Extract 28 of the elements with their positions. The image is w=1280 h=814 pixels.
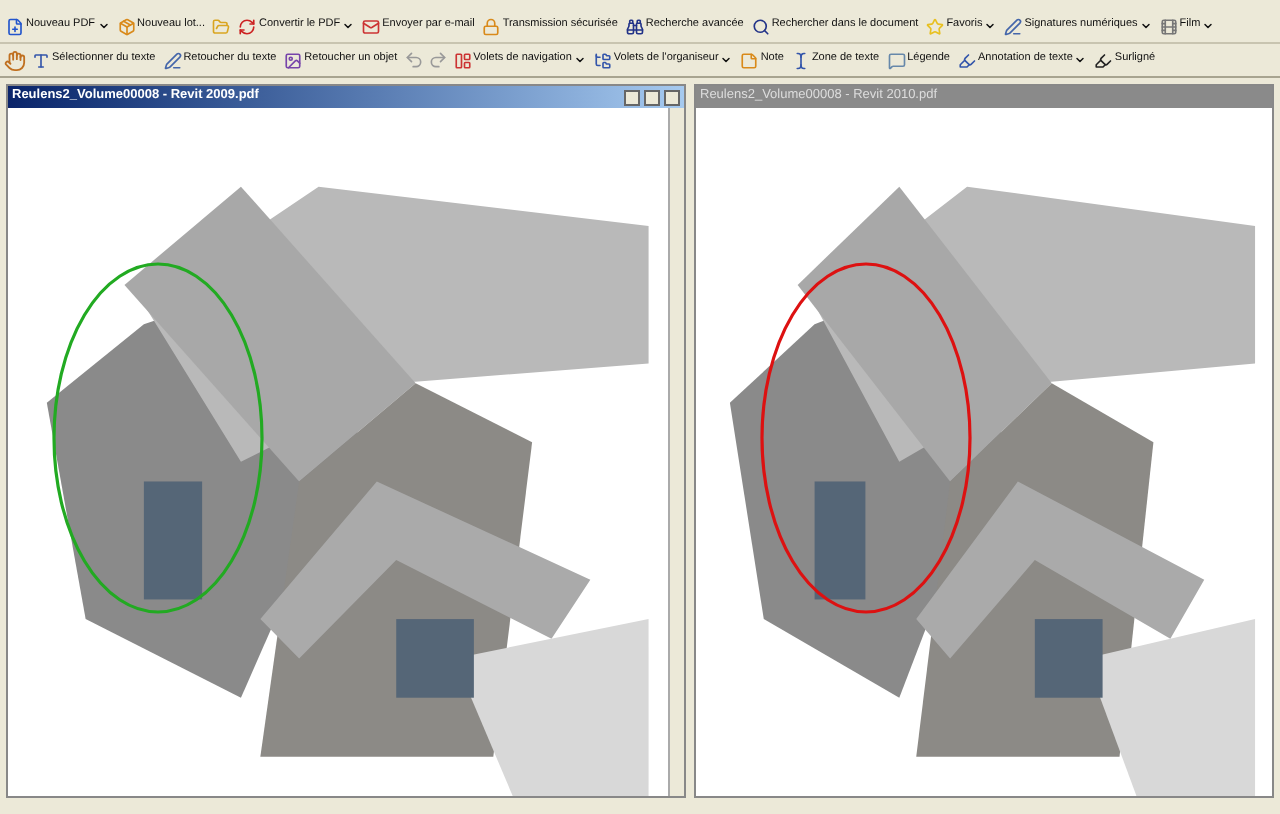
toolbar-icon	[887, 51, 906, 69]
toolbar-icon	[958, 51, 976, 69]
toolbar-icon	[1004, 17, 1023, 35]
toolbar-icon	[453, 51, 472, 69]
redo-icon[interactable]	[427, 50, 448, 70]
toolbar-icon	[362, 17, 381, 35]
toolbar-icon	[1159, 17, 1178, 35]
toolbar-icon	[32, 51, 50, 69]
toolbar-icon	[117, 17, 136, 35]
toolbar-icon	[163, 51, 182, 69]
undo-icon[interactable]	[403, 50, 424, 70]
toolbar-icon	[625, 17, 644, 35]
toolbar-icon	[284, 51, 303, 69]
toolbar-icon	[1094, 51, 1113, 69]
toolbar-icon	[238, 17, 257, 35]
toolbar-icon	[740, 51, 759, 69]
minimize-button[interactable]	[624, 89, 640, 105]
toolbar-icon	[212, 17, 231, 35]
toolbar-icon	[6, 17, 24, 35]
maximize-button[interactable]	[644, 89, 660, 105]
hand-tool-icon[interactable]	[4, 49, 26, 71]
close-button[interactable]	[664, 89, 680, 105]
toolbar-icon	[791, 51, 810, 69]
toolbar-icon	[926, 17, 945, 35]
scrollbar[interactable]	[668, 108, 684, 796]
toolbar-icon	[751, 17, 770, 35]
toolbar-icon	[482, 17, 501, 35]
toolbar-icon	[593, 51, 612, 69]
